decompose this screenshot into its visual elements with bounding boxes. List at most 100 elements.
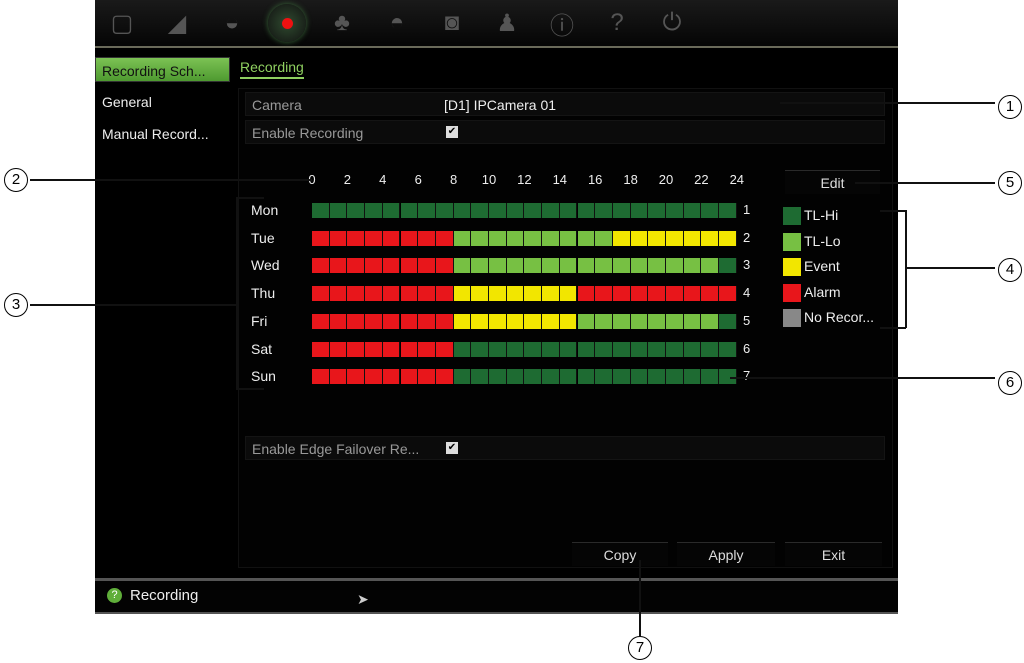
schedule-cell-tl-hi[interactable] xyxy=(612,203,631,218)
schedule-cell-event[interactable] xyxy=(666,231,684,246)
schedule-cell-tl-hi[interactable] xyxy=(435,203,454,218)
schedule-cell-event[interactable] xyxy=(630,231,649,246)
schedule-cell-event[interactable] xyxy=(471,286,489,301)
schedule-cell-alarm[interactable] xyxy=(400,231,419,246)
schedule-cell-event[interactable] xyxy=(524,286,543,301)
alarm-icon[interactable]: ♣ xyxy=(323,4,361,42)
schedule-cell-tl-hi[interactable] xyxy=(577,342,596,357)
schedule-cell-tl-hi[interactable] xyxy=(577,203,596,218)
schedule-cell-tl-hi[interactable] xyxy=(524,342,543,357)
schedule-cell-tl-hi[interactable] xyxy=(382,203,401,218)
schedule-cell-event[interactable] xyxy=(506,286,525,301)
schedule-cell-tl-lo[interactable] xyxy=(595,231,613,246)
schedule-cell-event[interactable] xyxy=(559,314,578,329)
schedule-cell-tl-hi[interactable] xyxy=(489,342,507,357)
schedule-cell-tl-hi[interactable] xyxy=(524,203,543,218)
schedule-cell-tl-hi[interactable] xyxy=(595,369,613,384)
schedule-cell-tl-lo[interactable] xyxy=(595,258,613,273)
schedule-cell-tl-hi[interactable] xyxy=(453,369,472,384)
schedule-cell-alarm[interactable] xyxy=(329,286,348,301)
camera-select[interactable]: [D1] IPCamera 01 xyxy=(444,97,556,113)
schedule-cell-event[interactable] xyxy=(648,231,666,246)
schedule-cell-alarm[interactable] xyxy=(365,369,383,384)
schedule-cell-tl-lo[interactable] xyxy=(666,314,684,329)
schedule-cell-tl-hi[interactable] xyxy=(347,203,366,218)
schedule-cell-tl-hi[interactable] xyxy=(630,203,649,218)
schedule-cell-alarm[interactable] xyxy=(382,342,401,357)
schedule-cell-alarm[interactable] xyxy=(329,231,348,246)
schedule-cell-alarm[interactable] xyxy=(683,286,702,301)
schedule-cell-tl-hi[interactable] xyxy=(453,342,472,357)
legend-swatch[interactable] xyxy=(783,207,801,225)
schedule-cell-alarm[interactable] xyxy=(347,342,366,357)
schedule-cell-alarm[interactable] xyxy=(382,258,401,273)
hdd-icon[interactable]: ◙ xyxy=(433,4,471,42)
schedule-cell-alarm[interactable] xyxy=(435,258,454,273)
schedule-cell-tl-lo[interactable] xyxy=(506,231,525,246)
schedule-cell-tl-lo[interactable] xyxy=(524,258,543,273)
schedule-cell-tl-hi[interactable] xyxy=(683,369,702,384)
schedule-cell-event[interactable] xyxy=(471,314,489,329)
schedule-cell-event[interactable] xyxy=(453,314,472,329)
display-icon[interactable]: ◒ xyxy=(213,4,251,42)
schedule-cell-tl-hi[interactable] xyxy=(577,369,596,384)
schedule-cell-alarm[interactable] xyxy=(329,369,348,384)
schedule-cell-tl-hi[interactable] xyxy=(506,203,525,218)
schedule-cell-alarm[interactable] xyxy=(312,342,330,357)
schedule-cell-tl-lo[interactable] xyxy=(559,258,578,273)
sidebar-item-general[interactable]: General xyxy=(102,94,152,110)
schedule-cell-tl-hi[interactable] xyxy=(630,342,649,357)
schedule-cell-tl-lo[interactable] xyxy=(471,231,489,246)
schedule-cell-alarm[interactable] xyxy=(365,314,383,329)
schedule-cell-tl-hi[interactable] xyxy=(648,203,666,218)
copy-button[interactable]: Copy xyxy=(572,542,668,566)
schedule-cell-tl-hi[interactable] xyxy=(400,203,419,218)
schedule-cell-tl-lo[interactable] xyxy=(648,314,666,329)
schedule-cell-alarm[interactable] xyxy=(329,258,348,273)
schedule-cell-tl-lo[interactable] xyxy=(595,314,613,329)
schedule-cell-event[interactable] xyxy=(542,314,560,329)
schedule-cell-event[interactable] xyxy=(701,231,720,246)
schedule-cell-tl-lo[interactable] xyxy=(630,258,649,273)
schedule-cell-alarm[interactable] xyxy=(312,314,330,329)
schedule-cell-tl-hi[interactable] xyxy=(719,203,737,218)
schedule-cell-tl-lo[interactable] xyxy=(577,314,596,329)
schedule-cell-tl-lo[interactable] xyxy=(453,258,472,273)
schedule-cell-alarm[interactable] xyxy=(418,342,436,357)
schedule-cell-alarm[interactable] xyxy=(400,369,419,384)
schedule-cell-alarm[interactable] xyxy=(365,231,383,246)
schedule-cell-tl-lo[interactable] xyxy=(666,258,684,273)
schedule-cell-alarm[interactable] xyxy=(418,369,436,384)
schedule-cell-tl-hi[interactable] xyxy=(365,203,383,218)
network-icon[interactable]: ◓ xyxy=(378,4,416,42)
schedule-cell-tl-hi[interactable] xyxy=(471,203,489,218)
camera-icon[interactable]: ◢ xyxy=(158,4,196,42)
schedule-cell-alarm[interactable] xyxy=(418,286,436,301)
schedule-cell-tl-hi[interactable] xyxy=(683,203,702,218)
schedule-cell-tl-hi[interactable] xyxy=(701,369,720,384)
schedule-cell-tl-lo[interactable] xyxy=(612,314,631,329)
schedule-cell-alarm[interactable] xyxy=(719,286,737,301)
schedule-cell-tl-hi[interactable] xyxy=(506,342,525,357)
schedule-cell-tl-hi[interactable] xyxy=(489,369,507,384)
legend-swatch[interactable] xyxy=(783,283,801,302)
schedule-cell-alarm[interactable] xyxy=(382,314,401,329)
schedule-cell-tl-hi[interactable] xyxy=(329,203,348,218)
schedule-cell-alarm[interactable] xyxy=(329,342,348,357)
schedule-cell-tl-lo[interactable] xyxy=(701,314,720,329)
schedule-cell-tl-hi[interactable] xyxy=(542,342,560,357)
info-icon[interactable]: ⓘ xyxy=(543,4,581,42)
schedule-cell-tl-lo[interactable] xyxy=(683,258,702,273)
schedule-cell-tl-lo[interactable] xyxy=(542,231,560,246)
live-view-icon[interactable]: ▢ xyxy=(103,4,141,42)
schedule-cell-tl-hi[interactable] xyxy=(701,203,720,218)
schedule-cell-alarm[interactable] xyxy=(418,258,436,273)
sidebar-item-manual-record[interactable]: Manual Record... xyxy=(102,126,209,142)
schedule-cell-alarm[interactable] xyxy=(400,258,419,273)
schedule-cell-alarm[interactable] xyxy=(630,286,649,301)
schedule-cell-tl-hi[interactable] xyxy=(559,203,578,218)
edge-failover-checkbox[interactable]: ✔ xyxy=(446,442,458,454)
help-icon[interactable]: ? xyxy=(598,4,636,42)
schedule-cell-alarm[interactable] xyxy=(666,286,684,301)
schedule-cell-tl-lo[interactable] xyxy=(489,231,507,246)
